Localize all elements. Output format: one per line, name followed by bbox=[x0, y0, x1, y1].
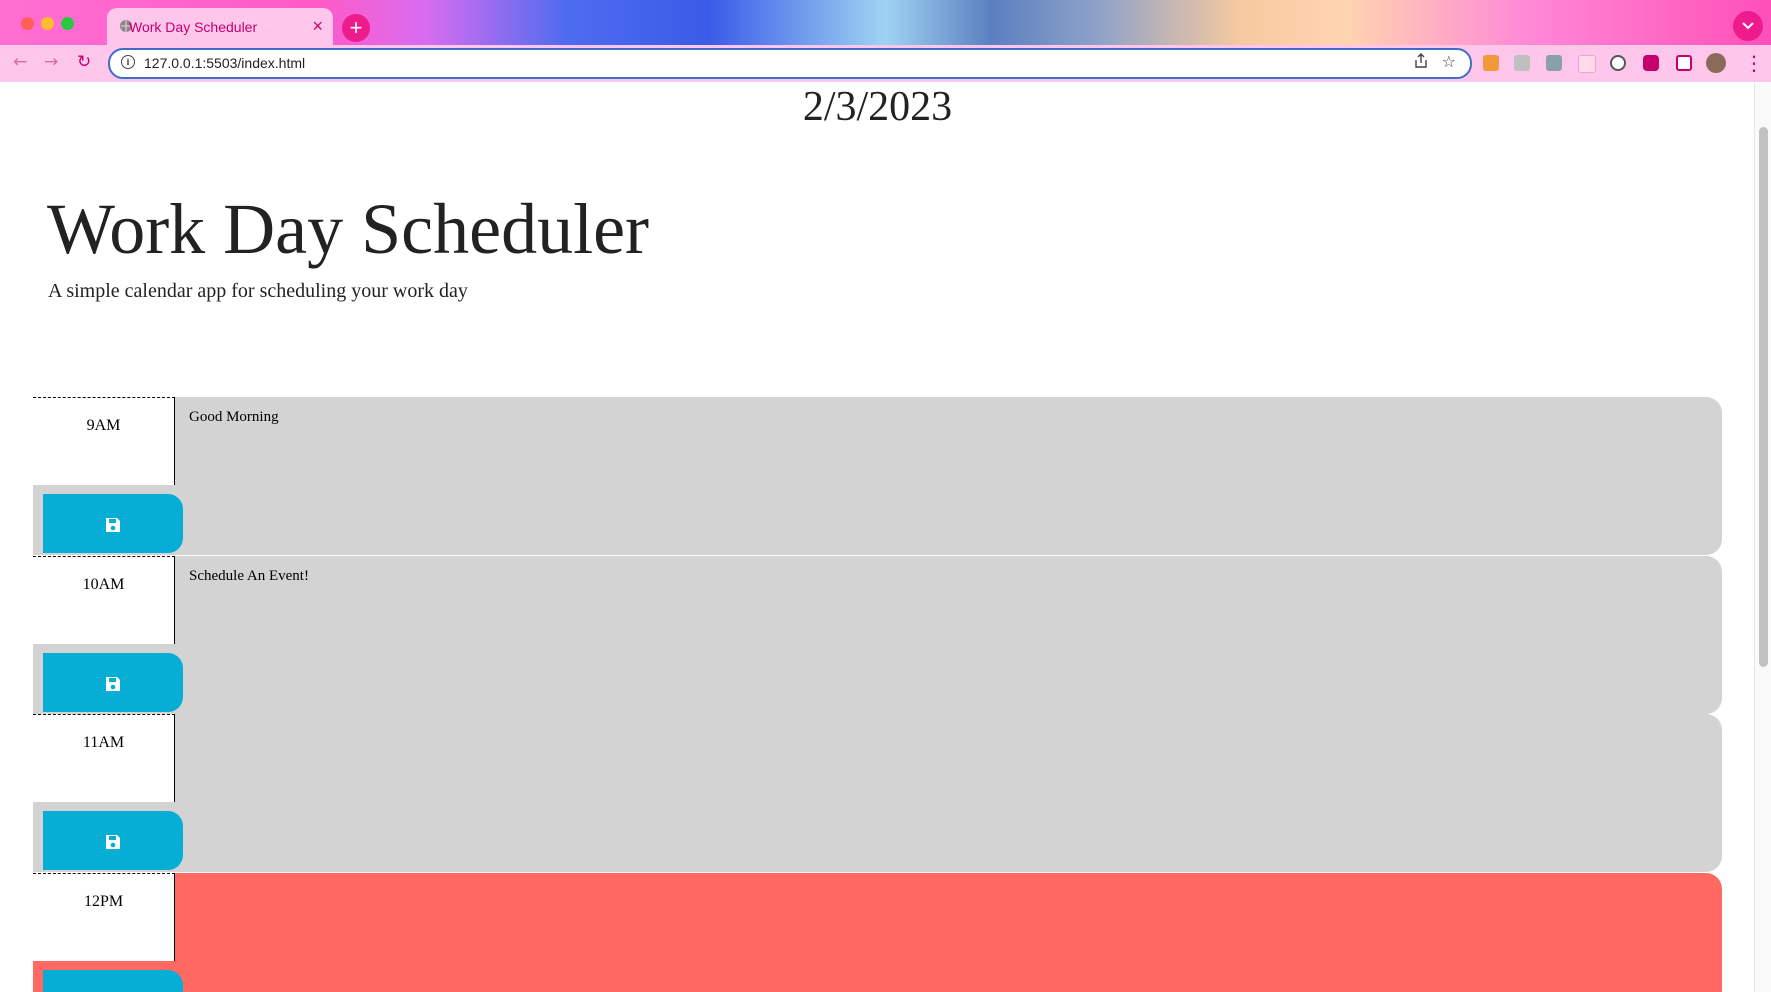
profile-avatar[interactable] bbox=[1706, 53, 1726, 73]
event-textarea[interactable]: Schedule An Event! bbox=[174, 556, 1722, 714]
extension-icon[interactable] bbox=[1514, 55, 1530, 71]
close-window-button[interactable] bbox=[21, 17, 34, 30]
hour-label: 11AM bbox=[33, 714, 175, 802]
hour-label: 10AM bbox=[33, 556, 175, 644]
new-tab-button[interactable]: + bbox=[342, 14, 370, 42]
share-icon[interactable] bbox=[1414, 53, 1428, 69]
info-icon[interactable]: i bbox=[121, 55, 135, 69]
tab-search-button[interactable] bbox=[1733, 11, 1763, 41]
tab-title: Work Day Scheduler bbox=[129, 19, 258, 35]
time-block-row: Good Morning 9AM bbox=[33, 397, 1722, 555]
minimize-window-button[interactable] bbox=[41, 17, 54, 30]
puzzle-extensions-icon[interactable] bbox=[1643, 55, 1659, 71]
floppy-disk-icon bbox=[106, 835, 120, 849]
metamask-extension-icon[interactable] bbox=[1483, 55, 1499, 71]
browser-tab[interactable]: Work Day Scheduler × bbox=[107, 8, 333, 45]
event-textarea[interactable] bbox=[174, 873, 1722, 992]
save-button[interactable] bbox=[43, 970, 183, 992]
hour-label: 9AM bbox=[33, 397, 175, 485]
zoom-window-button[interactable] bbox=[61, 17, 74, 30]
event-textarea[interactable]: Good Morning bbox=[174, 397, 1722, 555]
browser-menu-icon[interactable]: ⋮ bbox=[1744, 51, 1764, 75]
floppy-disk-icon bbox=[106, 518, 120, 532]
forward-arrow-icon[interactable]: → bbox=[44, 52, 58, 72]
bookmark-star-icon[interactable]: ☆ bbox=[1442, 52, 1456, 71]
tab-close-icon[interactable]: × bbox=[312, 16, 323, 37]
time-block-row: 11AM bbox=[33, 714, 1722, 872]
scrollbar-thumb[interactable] bbox=[1759, 127, 1768, 667]
reload-icon[interactable]: ↻ bbox=[77, 52, 91, 72]
browser-titlebar: Work Day Scheduler × + bbox=[0, 0, 1771, 45]
page-lead: A simple calendar app for scheduling you… bbox=[48, 280, 468, 302]
page-viewport: 2/3/2023 Work Day Scheduler A simple cal… bbox=[0, 82, 1771, 992]
circle-extension-icon[interactable] bbox=[1610, 55, 1626, 71]
time-block-row: Schedule An Event! 10AM bbox=[33, 556, 1722, 714]
event-textarea[interactable] bbox=[174, 714, 1722, 872]
page-title: Work Day Scheduler bbox=[47, 189, 650, 269]
current-day: 2/3/2023 bbox=[802, 84, 953, 130]
scrollbar[interactable] bbox=[1754, 82, 1771, 992]
chevron-down-icon bbox=[1742, 22, 1754, 30]
flag-extension-icon[interactable] bbox=[1578, 55, 1596, 73]
address-bar[interactable]: i 127.0.0.1:5503/index.html ☆ bbox=[108, 48, 1472, 79]
save-button[interactable] bbox=[43, 494, 183, 553]
hour-label: 12PM bbox=[33, 873, 175, 961]
url-text[interactable]: 127.0.0.1:5503/index.html bbox=[144, 55, 305, 71]
back-arrow-icon[interactable]: ← bbox=[13, 52, 27, 72]
time-block-row: 12PM bbox=[33, 873, 1722, 992]
floppy-disk-icon bbox=[106, 677, 120, 691]
save-button[interactable] bbox=[43, 653, 183, 712]
browser-toolbar: ← → ↻ i 127.0.0.1:5503/index.html ☆ ⋮ bbox=[0, 45, 1771, 82]
reader-extension-icon[interactable] bbox=[1546, 55, 1562, 71]
save-button[interactable] bbox=[43, 811, 183, 870]
side-panel-icon[interactable] bbox=[1676, 55, 1692, 71]
